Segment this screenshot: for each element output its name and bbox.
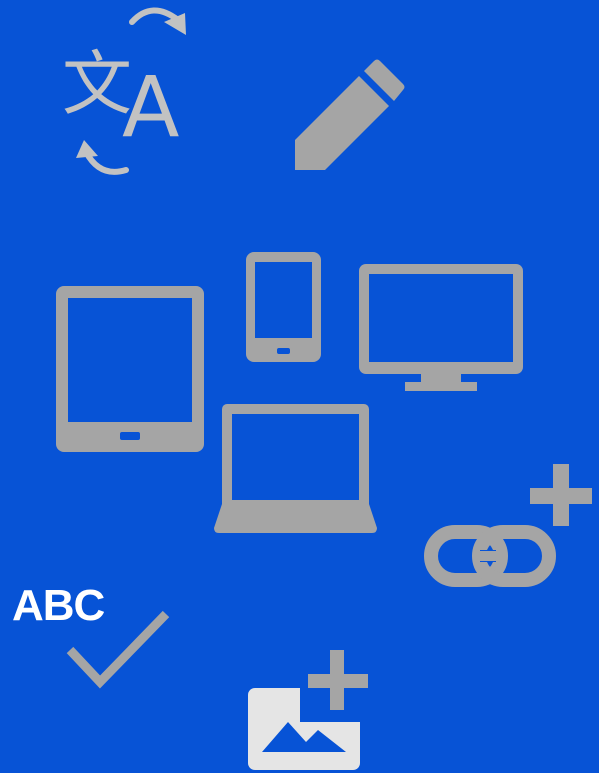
monitor-icon — [359, 264, 523, 392]
smartphone-icon — [246, 252, 321, 362]
add-link-icon — [424, 464, 597, 590]
pencil-icon — [293, 59, 408, 172]
add-image-icon — [248, 650, 374, 770]
feature-icons-canvas: 文 A ABC — [0, 0, 599, 773]
tablet-icon — [56, 286, 204, 452]
spellcheck-icon: ABC — [0, 580, 180, 700]
translate-target-glyph: A — [122, 58, 179, 156]
translate-icon: 文 A — [60, 0, 195, 185]
laptop-icon — [214, 404, 377, 534]
